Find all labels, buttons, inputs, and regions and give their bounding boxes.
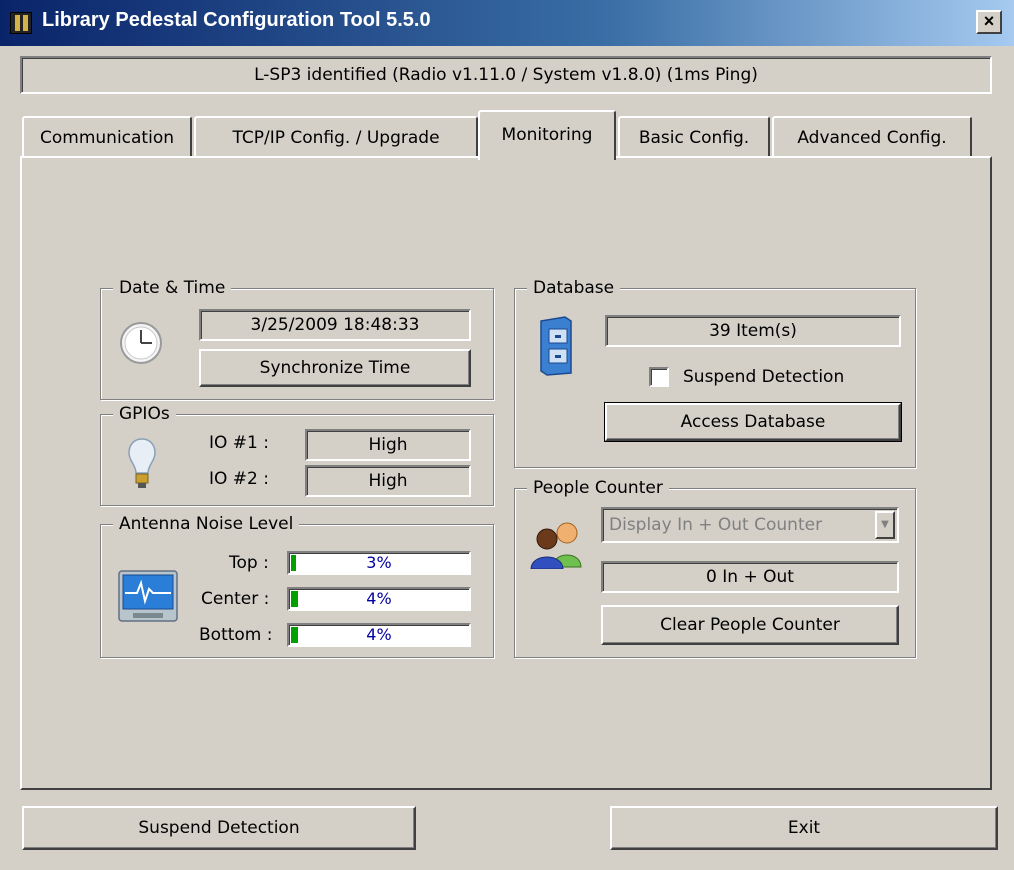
gpios-legend: GPIOs bbox=[113, 403, 176, 425]
database-legend: Database bbox=[527, 277, 621, 299]
tab-monitoring[interactable]: Monitoring bbox=[478, 110, 616, 160]
antenna-top-label: Top : bbox=[229, 553, 269, 573]
file-cabinet-icon bbox=[540, 316, 572, 376]
people-icon bbox=[530, 522, 582, 569]
chevron-down-icon[interactable]: ▼ bbox=[875, 511, 895, 539]
connection-status: L-SP3 identified (Radio v1.11.0 / System… bbox=[20, 56, 992, 94]
database-item-count: 39 Item(s) bbox=[605, 315, 901, 347]
synchronize-time-button[interactable]: Synchronize Time bbox=[199, 349, 471, 387]
tab-tcpip-config-upgrade[interactable]: TCP/IP Config. / Upgrade bbox=[194, 116, 478, 158]
clock-icon bbox=[120, 322, 162, 364]
access-database-button[interactable]: Access Database bbox=[604, 402, 902, 442]
title-bar: Library Pedestal Configuration Tool 5.5.… bbox=[0, 0, 1014, 46]
antenna-center-value: 4% bbox=[366, 589, 392, 608]
window-title: Library Pedestal Configuration Tool 5.5.… bbox=[42, 9, 431, 31]
suspend-detection-checkbox-label[interactable]: Suspend Detection bbox=[683, 367, 844, 387]
antenna-noise-legend: Antenna Noise Level bbox=[113, 513, 300, 535]
monitor-icon bbox=[118, 570, 178, 622]
clear-people-counter-button[interactable]: Clear People Counter bbox=[601, 605, 899, 645]
date-time-group: Date & Time 3/25/2009 18:48:33 Synchroni… bbox=[100, 277, 494, 400]
tab-communication[interactable]: Communication bbox=[22, 116, 192, 158]
people-counter-legend: People Counter bbox=[527, 477, 669, 499]
database-group: Database 39 Item(s) Suspend Detection Ac… bbox=[514, 277, 916, 468]
antenna-bottom-value: 4% bbox=[366, 625, 392, 644]
lightbulb-icon bbox=[128, 438, 156, 488]
antenna-center-fill bbox=[291, 591, 299, 607]
monitoring-panel: Date & Time 3/25/2009 18:48:33 Synchroni… bbox=[20, 156, 992, 790]
suspend-detection-checkbox[interactable] bbox=[649, 367, 669, 387]
date-time-legend: Date & Time bbox=[113, 277, 232, 299]
datetime-display: 3/25/2009 18:48:33 bbox=[199, 309, 471, 341]
exit-button[interactable]: Exit bbox=[610, 806, 998, 850]
antenna-top-meter: 3% bbox=[287, 551, 471, 575]
people-counter-value: 0 In + Out bbox=[601, 561, 899, 593]
antenna-bottom-label: Bottom : bbox=[199, 625, 273, 645]
antenna-bottom-meter: 4% bbox=[287, 623, 471, 647]
tab-basic-config[interactable]: Basic Config. bbox=[618, 116, 770, 158]
antenna-top-fill bbox=[291, 555, 297, 571]
antenna-bottom-fill bbox=[291, 627, 299, 643]
gpios-group: GPIOs IO #1 : High IO #2 : High bbox=[100, 403, 494, 506]
suspend-detection-button[interactable]: Suspend Detection bbox=[22, 806, 416, 850]
app-icon bbox=[10, 12, 32, 34]
io2-label: IO #2 : bbox=[209, 469, 269, 489]
close-button[interactable]: × bbox=[976, 10, 1002, 34]
people-counter-select[interactable]: Display In + Out Counter ▼ bbox=[601, 507, 899, 543]
io1-label: IO #1 : bbox=[209, 433, 269, 453]
io1-value: High bbox=[305, 429, 471, 461]
antenna-center-label: Center : bbox=[201, 589, 270, 609]
antenna-top-value: 3% bbox=[366, 553, 392, 572]
people-counter-group: People Counter Display In + Out Counter … bbox=[514, 477, 916, 658]
antenna-noise-group: Antenna Noise Level Top : 3% Center : 4%… bbox=[100, 513, 494, 658]
tab-advanced-config[interactable]: Advanced Config. bbox=[772, 116, 972, 158]
antenna-center-meter: 4% bbox=[287, 587, 471, 611]
io2-value: High bbox=[305, 465, 471, 497]
people-counter-select-value: Display In + Out Counter bbox=[609, 515, 823, 535]
